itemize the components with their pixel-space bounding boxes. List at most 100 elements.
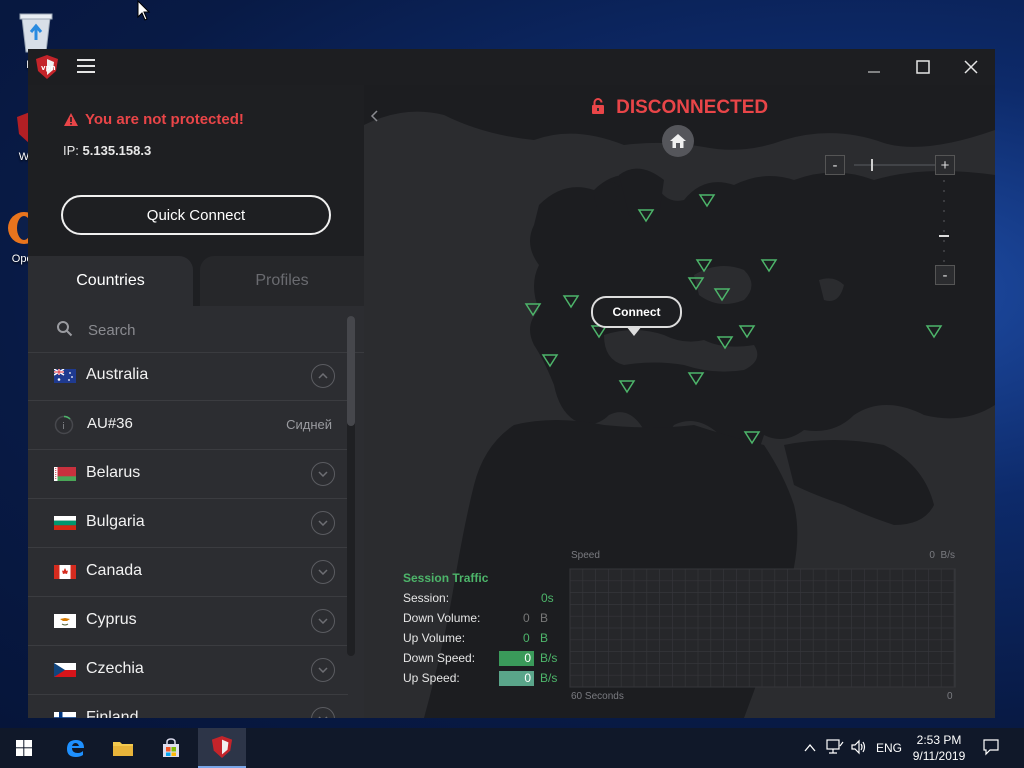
country-row-belarus[interactable]: Belarus — [28, 450, 348, 499]
clock-date: 9/11/2019 — [912, 749, 966, 763]
down-volume-unit: B — [540, 611, 549, 625]
list-scrollbar[interactable] — [347, 316, 355, 656]
country-row-australia[interactable]: Australia — [28, 352, 348, 401]
recycle-bin-icon — [19, 13, 53, 53]
country-name: Belarus — [86, 464, 141, 481]
search-input[interactable] — [86, 316, 340, 344]
up-volume-value: 0 — [523, 631, 530, 645]
close-icon — [964, 60, 978, 74]
taskbar-edge[interactable] — [52, 728, 98, 768]
cyprus-flag-icon — [54, 614, 76, 628]
taskbar-vpn-app[interactable] — [198, 728, 246, 768]
country-row-cyprus[interactable]: Cyprus — [28, 597, 348, 646]
chevron-down-icon[interactable] — [311, 707, 335, 718]
close-button[interactable] — [948, 49, 994, 85]
tab-countries[interactable]: Countries — [28, 256, 193, 306]
maximize-button[interactable] — [900, 49, 946, 85]
show-hidden-icons-chevron-icon[interactable] — [804, 740, 816, 758]
country-name: Bulgaria — [86, 513, 145, 530]
down-speed-label: Down Speed: — [403, 651, 476, 665]
zoom-out-button[interactable]: - — [825, 155, 845, 175]
server-row-au36[interactable]: i AU#36 Сидней — [28, 401, 348, 450]
title-bar[interactable]: vpn — [28, 49, 995, 85]
belarus-flag-icon — [54, 467, 76, 481]
country-name: Cyprus — [86, 611, 137, 628]
chevron-down-icon[interactable] — [311, 511, 335, 535]
windows-logo-icon — [16, 740, 32, 756]
ip-address-line: IP: 5.135.158.3 — [63, 143, 151, 158]
country-row-finland[interactable]: Finland — [28, 695, 348, 718]
connection-status-text: DISCONNECTED — [616, 97, 769, 118]
scrollbar-thumb[interactable] — [347, 316, 355, 426]
zoom-level-marker — [939, 235, 949, 237]
start-button[interactable] — [0, 728, 48, 768]
chevron-up-icon[interactable] — [311, 364, 335, 388]
warning-text: You are not protected! — [85, 111, 244, 128]
action-center-icon[interactable] — [982, 738, 1000, 761]
svg-text:i: i — [62, 422, 65, 432]
menu-hamburger-icon[interactable] — [77, 59, 95, 75]
down-speed-row: Down Speed: 0 B/s — [403, 651, 563, 669]
minimize-button[interactable] — [851, 49, 897, 85]
country-row-canada[interactable]: Canada — [28, 548, 348, 597]
maximize-icon — [916, 60, 930, 74]
country-list-area: Australia i AU#36 Сидней — [28, 306, 364, 718]
vpn-app-window: vpn You are not protected! IP: 5.135.158… — [28, 49, 995, 718]
country-name: Australia — [86, 366, 149, 383]
store-bag-icon — [163, 738, 179, 757]
search-icon — [57, 321, 73, 337]
zoom-step-out-button[interactable]: - — [935, 265, 955, 285]
country-row-czechia[interactable]: Czechia — [28, 646, 348, 695]
chevron-down-icon[interactable] — [311, 658, 335, 682]
vpn-logo-icon: vpn — [36, 55, 58, 79]
zoom-in-button[interactable]: + — [935, 155, 955, 175]
graph-speed-label: Speed — [571, 550, 600, 561]
minimize-icon — [868, 71, 880, 73]
connect-bubble-tail — [626, 326, 642, 336]
bulgaria-flag-icon — [54, 516, 76, 530]
server-name: AU#36 — [87, 415, 133, 432]
up-speed-value: 0 — [499, 671, 534, 686]
tab-profiles[interactable]: Profiles — [200, 256, 364, 306]
up-speed-label: Up Speed: — [403, 671, 460, 685]
volume-icon[interactable] — [850, 738, 868, 761]
mouse-cursor-icon — [137, 0, 151, 21]
down-speed-value: 0 — [499, 651, 534, 666]
graph-time-label: 60 Seconds — [571, 691, 624, 702]
chevron-down-icon[interactable] — [311, 609, 335, 633]
ip-label: IP: — [63, 143, 79, 158]
australia-flag-icon — [54, 369, 76, 383]
clock-time: 2:53 PM — [916, 733, 962, 747]
home-icon — [670, 134, 686, 148]
network-icon[interactable] — [826, 738, 844, 761]
session-value: 0s — [541, 591, 554, 605]
connect-map-button[interactable]: Connect — [591, 296, 682, 328]
sidebar-panel: You are not protected! IP: 5.135.158.3 Q… — [28, 85, 364, 718]
connection-status: DISCONNECTED — [364, 97, 995, 119]
finland-flag-icon — [54, 712, 76, 718]
taskbar-clock[interactable]: 2:53 PM 9/11/2019 — [906, 732, 972, 764]
down-volume-value: 0 — [523, 611, 530, 625]
search-bar — [28, 306, 364, 353]
country-name: Canada — [86, 562, 143, 579]
up-volume-unit: B — [540, 631, 549, 645]
input-language[interactable]: ENG — [876, 741, 902, 755]
graph-max-label: 0 B/s — [929, 550, 955, 561]
down-volume-row: Down Volume: 0 B — [403, 611, 563, 629]
server-city: Сидней — [286, 417, 332, 432]
chevron-down-icon[interactable] — [311, 560, 335, 584]
session-label: Session: — [403, 591, 450, 605]
down-speed-unit: B/s — [540, 651, 558, 665]
taskbar-store[interactable] — [148, 728, 194, 768]
taskbar-file-explorer[interactable] — [100, 728, 146, 768]
home-location-button[interactable] — [662, 125, 694, 157]
graph-zero-label: 0 — [947, 691, 953, 702]
country-name: Czechia — [86, 660, 144, 677]
chevron-down-icon[interactable] — [311, 462, 335, 486]
czechia-flag-icon — [54, 663, 76, 677]
up-volume-row: Up Volume: 0 B — [403, 631, 563, 649]
map-panel: DISCONNECTED - + - Connect Session Traff… — [364, 85, 995, 718]
quick-connect-button[interactable]: Quick Connect — [61, 195, 331, 235]
up-volume-label: Up Volume: — [403, 631, 466, 645]
country-row-bulgaria[interactable]: Bulgaria — [28, 499, 348, 548]
